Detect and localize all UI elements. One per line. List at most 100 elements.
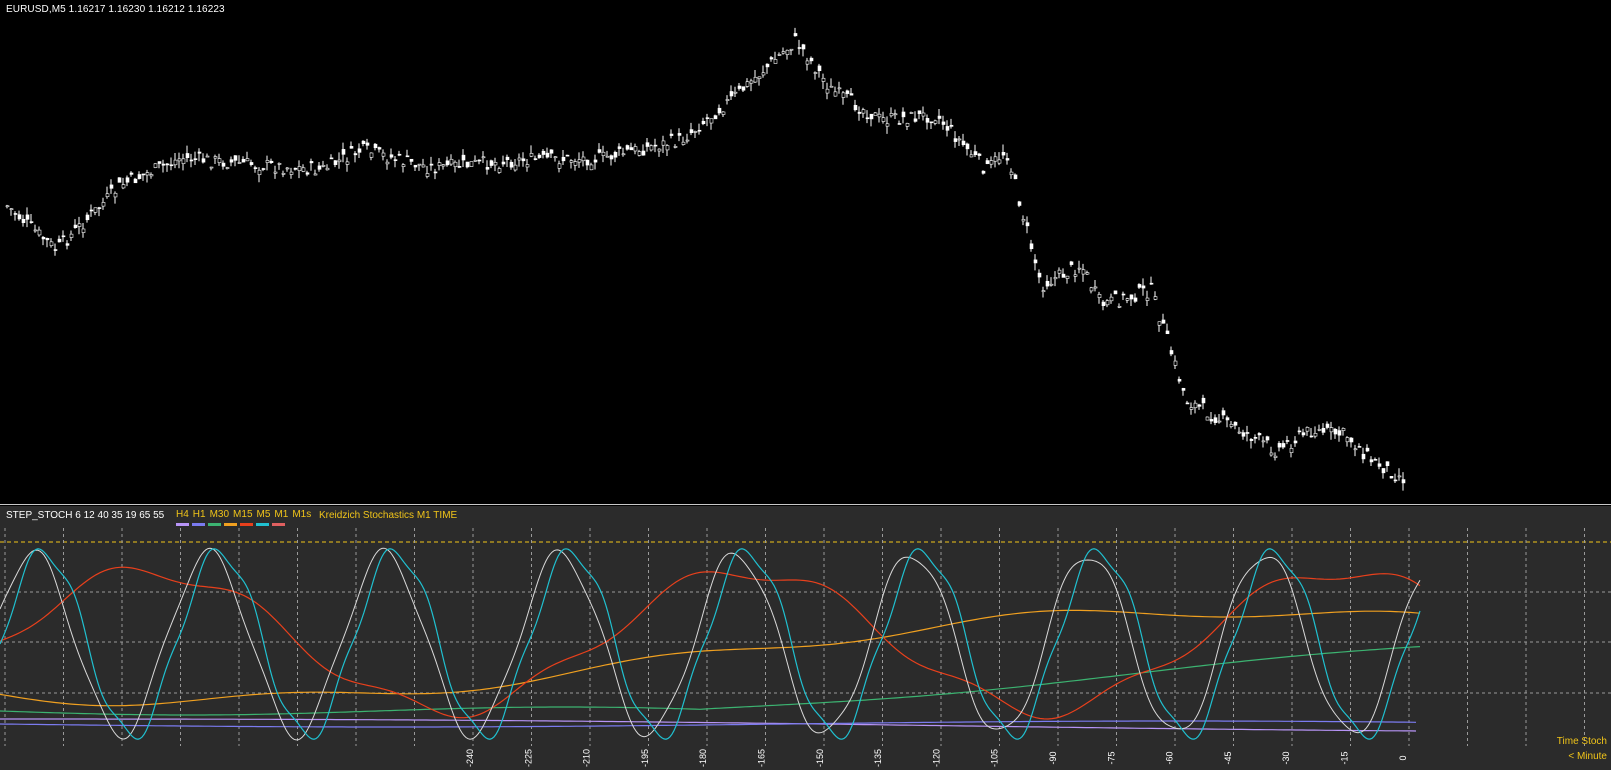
candle-body bbox=[865, 117, 870, 120]
candle-body bbox=[1357, 446, 1362, 448]
candle-body bbox=[109, 184, 114, 189]
candle-body bbox=[969, 154, 974, 158]
candle-body bbox=[293, 167, 298, 170]
candle-body bbox=[997, 159, 1002, 164]
candle-body bbox=[189, 159, 194, 162]
candle-body bbox=[529, 153, 534, 157]
candle-body bbox=[357, 148, 362, 153]
candle-body bbox=[533, 158, 538, 160]
candle-body bbox=[141, 173, 146, 176]
price-chart-canvas[interactable] bbox=[0, 0, 1611, 505]
candle-body bbox=[1201, 397, 1206, 404]
candle-body bbox=[569, 160, 574, 163]
candle-body bbox=[1041, 290, 1046, 293]
candle-body bbox=[381, 152, 386, 157]
candle-body bbox=[185, 153, 190, 158]
legend-m5: M5 bbox=[256, 509, 271, 520]
candle-body bbox=[217, 158, 222, 163]
candle-body bbox=[717, 107, 722, 114]
candle-body bbox=[661, 140, 666, 146]
candle-body bbox=[1025, 222, 1030, 227]
x-axis-label: -120 bbox=[931, 749, 941, 767]
candle-body bbox=[669, 133, 674, 136]
candle-body bbox=[1381, 468, 1386, 474]
candle-body bbox=[157, 161, 162, 164]
candle-body bbox=[1377, 463, 1382, 467]
candle-body bbox=[693, 131, 698, 133]
candle-body bbox=[341, 149, 346, 155]
candle-body bbox=[1353, 448, 1358, 451]
candle-body bbox=[1145, 297, 1150, 301]
candle-body bbox=[469, 161, 474, 167]
candle-body bbox=[597, 149, 602, 153]
candle-body bbox=[69, 233, 74, 238]
candle-body bbox=[1077, 267, 1082, 270]
candle-body bbox=[585, 159, 590, 166]
candle-body bbox=[37, 229, 42, 236]
swatch-m15 bbox=[224, 523, 237, 526]
candle-body bbox=[1065, 275, 1070, 279]
candle-body bbox=[1293, 440, 1298, 444]
candle-body bbox=[577, 159, 582, 163]
candle-body bbox=[841, 92, 846, 98]
candle-body bbox=[421, 164, 426, 168]
candle-body bbox=[877, 113, 882, 118]
candle-body bbox=[725, 99, 730, 101]
candle-body bbox=[913, 118, 918, 122]
candle-body bbox=[525, 164, 530, 168]
candle-body bbox=[1189, 407, 1194, 410]
candle-body bbox=[593, 159, 598, 163]
candle-body bbox=[825, 88, 830, 94]
price-chart-pane[interactable]: EURUSD,M5 1.16217 1.16230 1.16212 1.1622… bbox=[0, 0, 1611, 505]
candle-body bbox=[1089, 287, 1094, 292]
candle-body bbox=[981, 170, 986, 174]
candle-body bbox=[1225, 417, 1230, 421]
candle-body bbox=[781, 51, 786, 54]
candle-body bbox=[21, 218, 26, 224]
candle-body bbox=[85, 214, 90, 221]
candle-body bbox=[921, 112, 926, 117]
x-axis-label: -180 bbox=[698, 749, 708, 767]
candle-body bbox=[197, 151, 202, 154]
candle-body bbox=[753, 76, 758, 83]
candle-body bbox=[137, 174, 142, 179]
candle-body bbox=[937, 115, 942, 119]
candle-body bbox=[365, 142, 370, 146]
candle-body bbox=[245, 158, 250, 162]
candle-body bbox=[1309, 435, 1314, 438]
candle-body bbox=[793, 33, 798, 37]
candle-body bbox=[1253, 437, 1258, 439]
candle-body bbox=[953, 138, 958, 142]
candle-body bbox=[557, 163, 562, 169]
candle-body bbox=[1229, 423, 1234, 427]
candle-body bbox=[1093, 286, 1098, 289]
candle-body bbox=[1057, 269, 1062, 274]
candle-body bbox=[541, 150, 546, 155]
candle-body bbox=[945, 126, 950, 131]
candle-body bbox=[1385, 461, 1390, 466]
x-axis-label: -135 bbox=[873, 749, 883, 767]
candle-body bbox=[417, 163, 422, 166]
candle-body bbox=[1325, 423, 1330, 428]
candle-body bbox=[25, 214, 30, 220]
candle-body bbox=[181, 158, 186, 165]
candle-body bbox=[269, 160, 274, 163]
candle-body bbox=[905, 123, 910, 127]
candle-body bbox=[333, 160, 338, 165]
candle-body bbox=[813, 72, 818, 74]
candle-body bbox=[1161, 319, 1166, 324]
x-axis-label: -75 bbox=[1106, 751, 1116, 764]
candle-body bbox=[881, 117, 886, 122]
candle-body bbox=[657, 148, 662, 152]
candle-body bbox=[1333, 428, 1338, 435]
indicator-canvas[interactable]: -240 -225 -210 -195 -180 -165 -150 -135 -120 -105… bbox=[0, 506, 1611, 770]
swatch-m1s bbox=[272, 523, 285, 526]
candle-body bbox=[629, 147, 634, 151]
candle-body bbox=[265, 160, 270, 163]
candle-body bbox=[833, 91, 838, 97]
candle-body bbox=[805, 60, 810, 65]
candle-body bbox=[1249, 438, 1254, 441]
candle-body bbox=[1037, 272, 1042, 278]
indicator-pane[interactable]: -240 -225 -210 -195 -180 -165 -150 -135 -120 -105… bbox=[0, 506, 1611, 770]
x-axis-label: -105 bbox=[990, 749, 1000, 767]
